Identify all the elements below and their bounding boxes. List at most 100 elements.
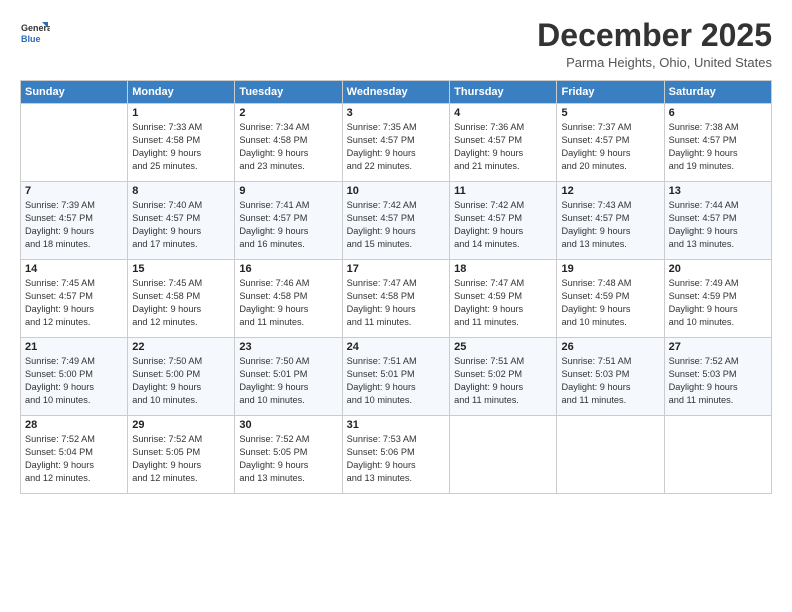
table-row: 12 Sunrise: 7:43 AM Sunset: 4:57 PM Dayli…	[557, 182, 664, 260]
table-row: 18 Sunrise: 7:47 AM Sunset: 4:59 PM Dayli…	[450, 260, 557, 338]
day-detail: Sunrise: 7:36 AM Sunset: 4:57 PM Dayligh…	[454, 121, 552, 173]
day-number: 14	[25, 263, 123, 275]
calendar-week-row: 14 Sunrise: 7:45 AM Sunset: 4:57 PM Dayli…	[21, 260, 772, 338]
day-number: 13	[669, 185, 767, 197]
day-detail: Sunrise: 7:48 AM Sunset: 4:59 PM Dayligh…	[561, 277, 659, 329]
table-row: 26 Sunrise: 7:51 AM Sunset: 5:03 PM Dayli…	[557, 338, 664, 416]
day-detail: Sunrise: 7:41 AM Sunset: 4:57 PM Dayligh…	[239, 199, 337, 251]
calendar-week-row: 21Sunrise: 7:49 AM Sunset: 5:00 PM Dayli…	[21, 338, 772, 416]
day-detail: Sunrise: 7:51 AM Sunset: 5:01 PM Dayligh…	[347, 355, 445, 407]
table-row	[664, 416, 771, 494]
table-row: 21Sunrise: 7:49 AM Sunset: 5:00 PM Dayli…	[21, 338, 128, 416]
day-detail: Sunrise: 7:47 AM Sunset: 4:59 PM Dayligh…	[454, 277, 552, 329]
table-row: 31 Sunrise: 7:53 AM Sunset: 5:06 PM Dayli…	[342, 416, 449, 494]
table-row: 22Sunrise: 7:50 AM Sunset: 5:00 PM Dayli…	[128, 338, 235, 416]
day-detail: Sunrise: 7:34 AM Sunset: 4:58 PM Dayligh…	[239, 121, 337, 173]
day-number: 25	[454, 341, 552, 353]
day-number: 8	[132, 185, 230, 197]
day-number: 28	[25, 419, 123, 431]
day-detail: Sunrise: 7:52 AM Sunset: 5:05 PM Dayligh…	[239, 433, 337, 485]
day-detail: Sunrise: 7:42 AM Sunset: 4:57 PM Dayligh…	[454, 199, 552, 251]
table-row: 2Sunrise: 7:34 AM Sunset: 4:58 PM Daylig…	[235, 104, 342, 182]
day-number: 31	[347, 419, 445, 431]
svg-text:Blue: Blue	[21, 34, 41, 44]
title-area: December 2025 Parma Heights, Ohio, Unite…	[537, 18, 772, 70]
table-row: 28Sunrise: 7:52 AM Sunset: 5:04 PM Dayli…	[21, 416, 128, 494]
day-number: 29	[132, 419, 230, 431]
table-row: 4 Sunrise: 7:36 AM Sunset: 4:57 PM Daylig…	[450, 104, 557, 182]
day-detail: Sunrise: 7:35 AM Sunset: 4:57 PM Dayligh…	[347, 121, 445, 173]
day-detail: Sunrise: 7:38 AM Sunset: 4:57 PM Dayligh…	[669, 121, 767, 173]
day-detail: Sunrise: 7:49 AM Sunset: 4:59 PM Dayligh…	[669, 277, 767, 329]
day-number: 3	[347, 107, 445, 119]
day-number: 10	[347, 185, 445, 197]
day-number: 20	[669, 263, 767, 275]
table-row: 20 Sunrise: 7:49 AM Sunset: 4:59 PM Dayli…	[664, 260, 771, 338]
day-number: 6	[669, 107, 767, 119]
day-number: 27	[669, 341, 767, 353]
day-detail: Sunrise: 7:49 AM Sunset: 5:00 PM Dayligh…	[25, 355, 123, 407]
day-detail: Sunrise: 7:39 AM Sunset: 4:57 PM Dayligh…	[25, 199, 123, 251]
day-number: 30	[239, 419, 337, 431]
col-monday: Monday	[128, 81, 235, 104]
table-row: 10 Sunrise: 7:42 AM Sunset: 4:57 PM Dayli…	[342, 182, 449, 260]
day-detail: Sunrise: 7:50 AM Sunset: 5:01 PM Dayligh…	[239, 355, 337, 407]
day-detail: Sunrise: 7:33 AM Sunset: 4:58 PM Dayligh…	[132, 121, 230, 173]
day-detail: Sunrise: 7:37 AM Sunset: 4:57 PM Dayligh…	[561, 121, 659, 173]
page: General Blue December 2025 Parma Heights…	[0, 0, 792, 612]
table-row: 13Sunrise: 7:44 AM Sunset: 4:57 PM Dayli…	[664, 182, 771, 260]
table-row: 6 Sunrise: 7:38 AM Sunset: 4:57 PM Daylig…	[664, 104, 771, 182]
day-number: 19	[561, 263, 659, 275]
day-detail: Sunrise: 7:45 AM Sunset: 4:57 PM Dayligh…	[25, 277, 123, 329]
day-detail: Sunrise: 7:53 AM Sunset: 5:06 PM Dayligh…	[347, 433, 445, 485]
table-row: 25 Sunrise: 7:51 AM Sunset: 5:02 PM Dayli…	[450, 338, 557, 416]
calendar-week-row: 7 Sunrise: 7:39 AM Sunset: 4:57 PM Daylig…	[21, 182, 772, 260]
table-row: 16 Sunrise: 7:46 AM Sunset: 4:58 PM Dayli…	[235, 260, 342, 338]
day-number: 23	[239, 341, 337, 353]
table-row: 5 Sunrise: 7:37 AM Sunset: 4:57 PM Daylig…	[557, 104, 664, 182]
day-detail: Sunrise: 7:45 AM Sunset: 4:58 PM Dayligh…	[132, 277, 230, 329]
day-number: 15	[132, 263, 230, 275]
calendar-week-row: 1 Sunrise: 7:33 AM Sunset: 4:58 PM Daylig…	[21, 104, 772, 182]
day-detail: Sunrise: 7:47 AM Sunset: 4:58 PM Dayligh…	[347, 277, 445, 329]
logo: General Blue	[20, 18, 50, 48]
table-row	[21, 104, 128, 182]
day-detail: Sunrise: 7:40 AM Sunset: 4:57 PM Dayligh…	[132, 199, 230, 251]
location: Parma Heights, Ohio, United States	[537, 55, 772, 70]
day-number: 26	[561, 341, 659, 353]
table-row	[557, 416, 664, 494]
day-detail: Sunrise: 7:51 AM Sunset: 5:02 PM Dayligh…	[454, 355, 552, 407]
table-row: 14 Sunrise: 7:45 AM Sunset: 4:57 PM Dayli…	[21, 260, 128, 338]
table-row: 23 Sunrise: 7:50 AM Sunset: 5:01 PM Dayli…	[235, 338, 342, 416]
day-number: 17	[347, 263, 445, 275]
col-thursday: Thursday	[450, 81, 557, 104]
header: General Blue December 2025 Parma Heights…	[20, 18, 772, 70]
day-number: 24	[347, 341, 445, 353]
table-row: 19 Sunrise: 7:48 AM Sunset: 4:59 PM Dayli…	[557, 260, 664, 338]
day-number: 12	[561, 185, 659, 197]
day-detail: Sunrise: 7:42 AM Sunset: 4:57 PM Dayligh…	[347, 199, 445, 251]
day-number: 5	[561, 107, 659, 119]
day-number: 4	[454, 107, 552, 119]
calendar-week-row: 28Sunrise: 7:52 AM Sunset: 5:04 PM Dayli…	[21, 416, 772, 494]
day-detail: Sunrise: 7:43 AM Sunset: 4:57 PM Dayligh…	[561, 199, 659, 251]
table-row: 11 Sunrise: 7:42 AM Sunset: 4:57 PM Dayli…	[450, 182, 557, 260]
day-detail: Sunrise: 7:52 AM Sunset: 5:03 PM Dayligh…	[669, 355, 767, 407]
day-number: 1	[132, 107, 230, 119]
day-number: 7	[25, 185, 123, 197]
table-row: 7 Sunrise: 7:39 AM Sunset: 4:57 PM Daylig…	[21, 182, 128, 260]
table-row: 8 Sunrise: 7:40 AM Sunset: 4:57 PM Daylig…	[128, 182, 235, 260]
day-detail: Sunrise: 7:46 AM Sunset: 4:58 PM Dayligh…	[239, 277, 337, 329]
table-row	[450, 416, 557, 494]
col-saturday: Saturday	[664, 81, 771, 104]
day-detail: Sunrise: 7:50 AM Sunset: 5:00 PM Dayligh…	[132, 355, 230, 407]
table-row: 24 Sunrise: 7:51 AM Sunset: 5:01 PM Dayli…	[342, 338, 449, 416]
table-row: 9Sunrise: 7:41 AM Sunset: 4:57 PM Daylig…	[235, 182, 342, 260]
col-wednesday: Wednesday	[342, 81, 449, 104]
day-number: 11	[454, 185, 552, 197]
day-detail: Sunrise: 7:52 AM Sunset: 5:05 PM Dayligh…	[132, 433, 230, 485]
day-number: 18	[454, 263, 552, 275]
day-number: 16	[239, 263, 337, 275]
calendar-header-row: Sunday Monday Tuesday Wednesday Thursday…	[21, 81, 772, 104]
day-detail: Sunrise: 7:51 AM Sunset: 5:03 PM Dayligh…	[561, 355, 659, 407]
